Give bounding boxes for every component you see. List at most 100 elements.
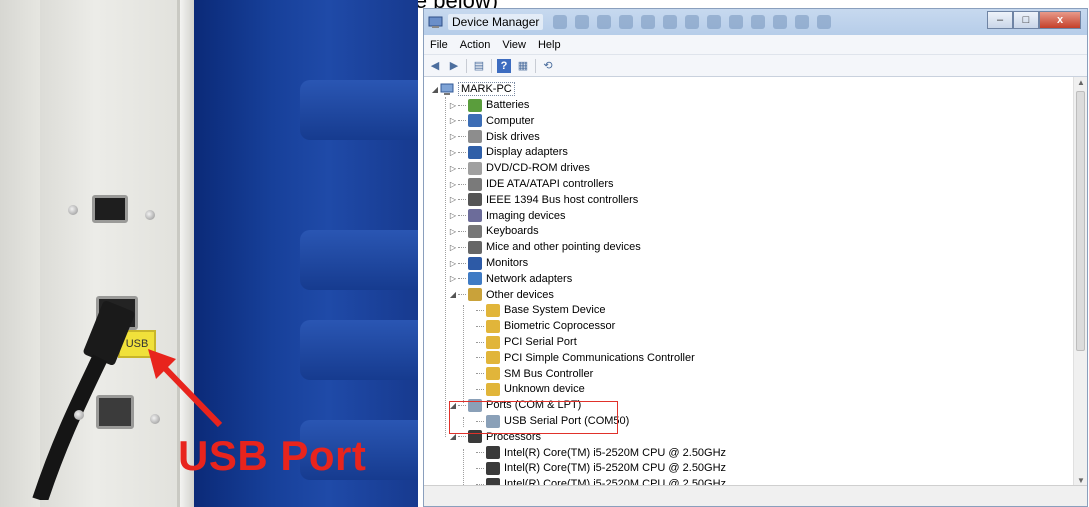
close-button[interactable]: x xyxy=(1039,11,1081,29)
unknown-device-warning-icon xyxy=(486,319,500,333)
show-hidden-icon[interactable]: ▦ xyxy=(516,59,530,73)
expand-triangle-icon[interactable]: ▷ xyxy=(448,101,458,110)
network-icon xyxy=(468,272,482,286)
toolbar-separator xyxy=(535,58,536,73)
tree-item[interactable]: Intel(R) Core(TM) i5-2520M CPU @ 2.50GHz xyxy=(466,445,726,461)
disk-drive-icon xyxy=(468,130,482,144)
tree-connector xyxy=(476,388,484,390)
vertical-scrollbar[interactable]: ▲ ▼ xyxy=(1073,77,1087,487)
help-icon[interactable]: ? xyxy=(497,58,511,73)
tree-item[interactable]: Base System Device xyxy=(466,302,605,318)
unknown-device-warning-icon xyxy=(486,335,500,349)
tree-item[interactable]: ▷ Monitors xyxy=(448,255,528,271)
expand-triangle-icon[interactable]: ▷ xyxy=(448,116,458,125)
tree-connector xyxy=(458,120,466,122)
unknown-device-warning-icon xyxy=(486,303,500,317)
monitor-icon xyxy=(468,256,482,270)
tree-item[interactable]: ◢ Other devices xyxy=(448,287,554,303)
cpu-chip-icon xyxy=(486,446,500,460)
tree-item[interactable]: ▷ Disk drives xyxy=(448,129,540,145)
tree-connector xyxy=(458,199,466,201)
properties-icon[interactable]: ▤ xyxy=(472,59,486,73)
expand-triangle-icon[interactable]: ▷ xyxy=(448,180,458,189)
window-controls: – □ x xyxy=(987,11,1081,29)
expand-triangle-icon[interactable]: ▷ xyxy=(448,259,458,268)
tree-item-label: Batteries xyxy=(486,99,530,111)
menu-file[interactable]: File xyxy=(430,39,448,51)
expand-triangle-icon[interactable]: ▷ xyxy=(448,164,458,173)
tree-item-label: Other devices xyxy=(486,288,554,301)
tree-connector xyxy=(458,294,466,296)
expand-triangle-icon[interactable]: ▷ xyxy=(448,274,458,283)
tree-item-label: PCI Simple Communications Controller xyxy=(504,351,695,364)
tree-item-label: Imaging devices xyxy=(486,209,566,222)
tree-connector xyxy=(458,167,466,169)
tree-item[interactable]: ▷ Computer xyxy=(448,113,534,129)
tree-item[interactable]: Intel(R) Core(TM) i5-2520M CPU @ 2.50GHz xyxy=(466,460,726,476)
tree-item-label: Intel(R) Core(TM) i5-2520M CPU @ 2.50GHz xyxy=(504,462,727,475)
tree-connector xyxy=(476,325,484,327)
scroll-thumb[interactable] xyxy=(1076,91,1085,351)
tree-connector xyxy=(476,373,484,375)
ieee1394-icon xyxy=(468,193,482,207)
expand-triangle-icon[interactable]: ▷ xyxy=(448,148,458,157)
tree-root[interactable]: ◢ MARK-PC xyxy=(430,81,515,97)
maximize-button[interactable]: □ xyxy=(1013,11,1039,29)
red-arrow-icon xyxy=(148,349,223,428)
menu-help[interactable]: Help xyxy=(538,39,561,51)
tree-item[interactable]: ▷ IDE ATA/ATAPI controllers xyxy=(448,176,614,192)
expand-triangle-icon[interactable]: ▷ xyxy=(448,195,458,204)
cpu-chip-icon xyxy=(486,461,500,475)
tree-connector xyxy=(458,262,466,264)
toolbar-separator xyxy=(466,58,467,73)
tree-item[interactable]: Biometric Coprocessor xyxy=(466,318,615,334)
computer-root-icon xyxy=(440,83,454,95)
screw xyxy=(145,210,155,220)
scan-hardware-icon[interactable]: ⟲ xyxy=(541,59,555,73)
tree-item-label: SM Bus Controller xyxy=(504,367,594,380)
collapse-triangle-icon[interactable]: ◢ xyxy=(430,85,440,94)
toolbar: ◀ ▶ ▤ ? ▦ ⟲ xyxy=(424,55,1087,77)
tree-item[interactable]: SM Bus Controller xyxy=(466,366,593,382)
minimize-button[interactable]: – xyxy=(987,11,1013,29)
dvd-icon xyxy=(468,161,482,175)
toolbar-separator xyxy=(491,58,492,73)
menu-action[interactable]: Action xyxy=(460,39,491,51)
tree-item[interactable]: ▷ IEEE 1394 Bus host controllers xyxy=(448,192,638,208)
tree-connector xyxy=(458,230,466,232)
scroll-up-icon[interactable]: ▲ xyxy=(1074,77,1087,89)
tree-item[interactable]: ▷ Keyboards xyxy=(448,223,539,239)
tree-item[interactable]: Unknown device xyxy=(466,381,585,397)
tree-item[interactable]: ▷ Network adapters xyxy=(448,271,572,287)
tree-connector xyxy=(458,183,466,185)
tree-item[interactable]: ▷ Imaging devices xyxy=(448,208,566,224)
tree-connector xyxy=(458,436,466,438)
tree-item[interactable]: ▷ Mice and other pointing devices xyxy=(448,239,641,255)
keyboard-icon xyxy=(468,224,482,238)
menu-view[interactable]: View xyxy=(502,39,526,51)
expand-triangle-icon[interactable]: ▷ xyxy=(448,227,458,236)
tree-item[interactable]: PCI Simple Communications Controller xyxy=(466,350,695,366)
title-bar[interactable]: Device Manager – □ x xyxy=(424,9,1087,35)
tree-connector xyxy=(458,246,466,248)
tree-item-label: Unknown device xyxy=(504,383,585,396)
collapse-triangle-icon[interactable]: ◢ xyxy=(448,290,458,299)
tree-item[interactable]: ▷ Display adapters xyxy=(448,144,568,160)
forward-arrow-icon[interactable]: ▶ xyxy=(447,59,461,73)
tree-connector xyxy=(458,151,466,153)
tree-item[interactable]: ▷ DVD/CD-ROM drives xyxy=(448,160,590,176)
mouse-icon xyxy=(468,240,482,254)
back-arrow-icon[interactable]: ◀ xyxy=(428,59,442,73)
tree-item[interactable]: PCI Serial Port xyxy=(466,334,577,350)
imaging-icon xyxy=(468,209,482,223)
machine-photo: USB USB Port xyxy=(0,0,418,507)
screw xyxy=(74,410,84,420)
tree-item-label: Base System Device xyxy=(504,304,606,317)
expand-triangle-icon[interactable]: ▷ xyxy=(448,243,458,252)
expand-triangle-icon[interactable]: ▷ xyxy=(448,211,458,220)
expand-triangle-icon[interactable]: ▷ xyxy=(448,132,458,141)
tree-item[interactable]: ▷ Batteries xyxy=(448,97,529,113)
cabinet-vent xyxy=(300,230,418,290)
unknown-device-warning-icon xyxy=(486,351,500,365)
other-devices-icon xyxy=(468,288,482,302)
